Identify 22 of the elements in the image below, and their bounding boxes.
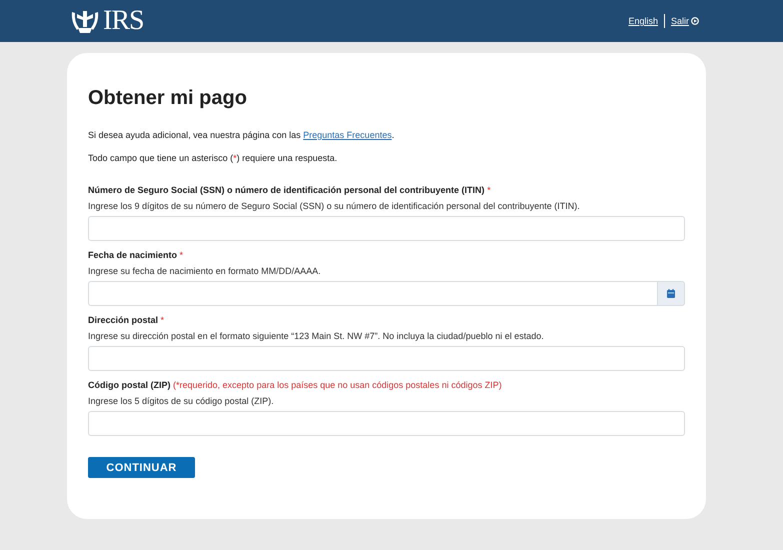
- field-label: Fecha de nacimiento *: [88, 250, 184, 260]
- intro-text: Todo campo que tiene un asterisco (*) requiere una respuesta.: [88, 153, 338, 163]
- input-field[interactable]: [88, 411, 685, 436]
- date-field[interactable]: [88, 281, 657, 306]
- intro-text: Si desea ayuda adicional, vea nuestra página con las Preguntas Frecuentes.: [88, 130, 396, 140]
- continue-button[interactable]: CONTINUAR: [88, 457, 195, 478]
- page-title: Obtener mi pago: [88, 87, 248, 110]
- faq-link[interactable]: Preguntas Frecuentes: [303, 130, 392, 140]
- field-hint: Ingrese los 9 dígitos de su número de Seguro Social (SSN) o su número de identificación personal del contribuyente (ITIN).: [88, 201, 581, 211]
- field-hint: Ingrese su fecha de nacimiento en formato MM/DD/AAAA.: [88, 266, 322, 276]
- logout-link[interactable]: Salir: [670, 16, 699, 26]
- input-field[interactable]: [88, 346, 685, 371]
- field-hint: Ingrese su dirección postal en el formato siguiente “123 Main St. NW #7”. No incluya la ciudad/pueblo ni el estado.: [88, 331, 545, 341]
- field-label: Número de Seguro Social (SSN) o número de identificación personal del contribuyente (ITIN) *: [88, 185, 492, 195]
- input-field[interactable]: [88, 216, 685, 241]
- calendar-button[interactable]: [657, 281, 685, 306]
- calendar-icon: [667, 289, 675, 298]
- language-link[interactable]: English: [628, 16, 658, 26]
- field-label: Código postal (ZIP) (*requerido, excepto para los países que no usan códigos postales ni códigos ZIP): [88, 380, 503, 390]
- logo-text: IRS: [103, 5, 144, 37]
- field-label: Dirección postal *: [88, 315, 166, 325]
- field-hint: Ingrese los 5 dígitos de su código postal (ZIP).: [88, 396, 275, 406]
